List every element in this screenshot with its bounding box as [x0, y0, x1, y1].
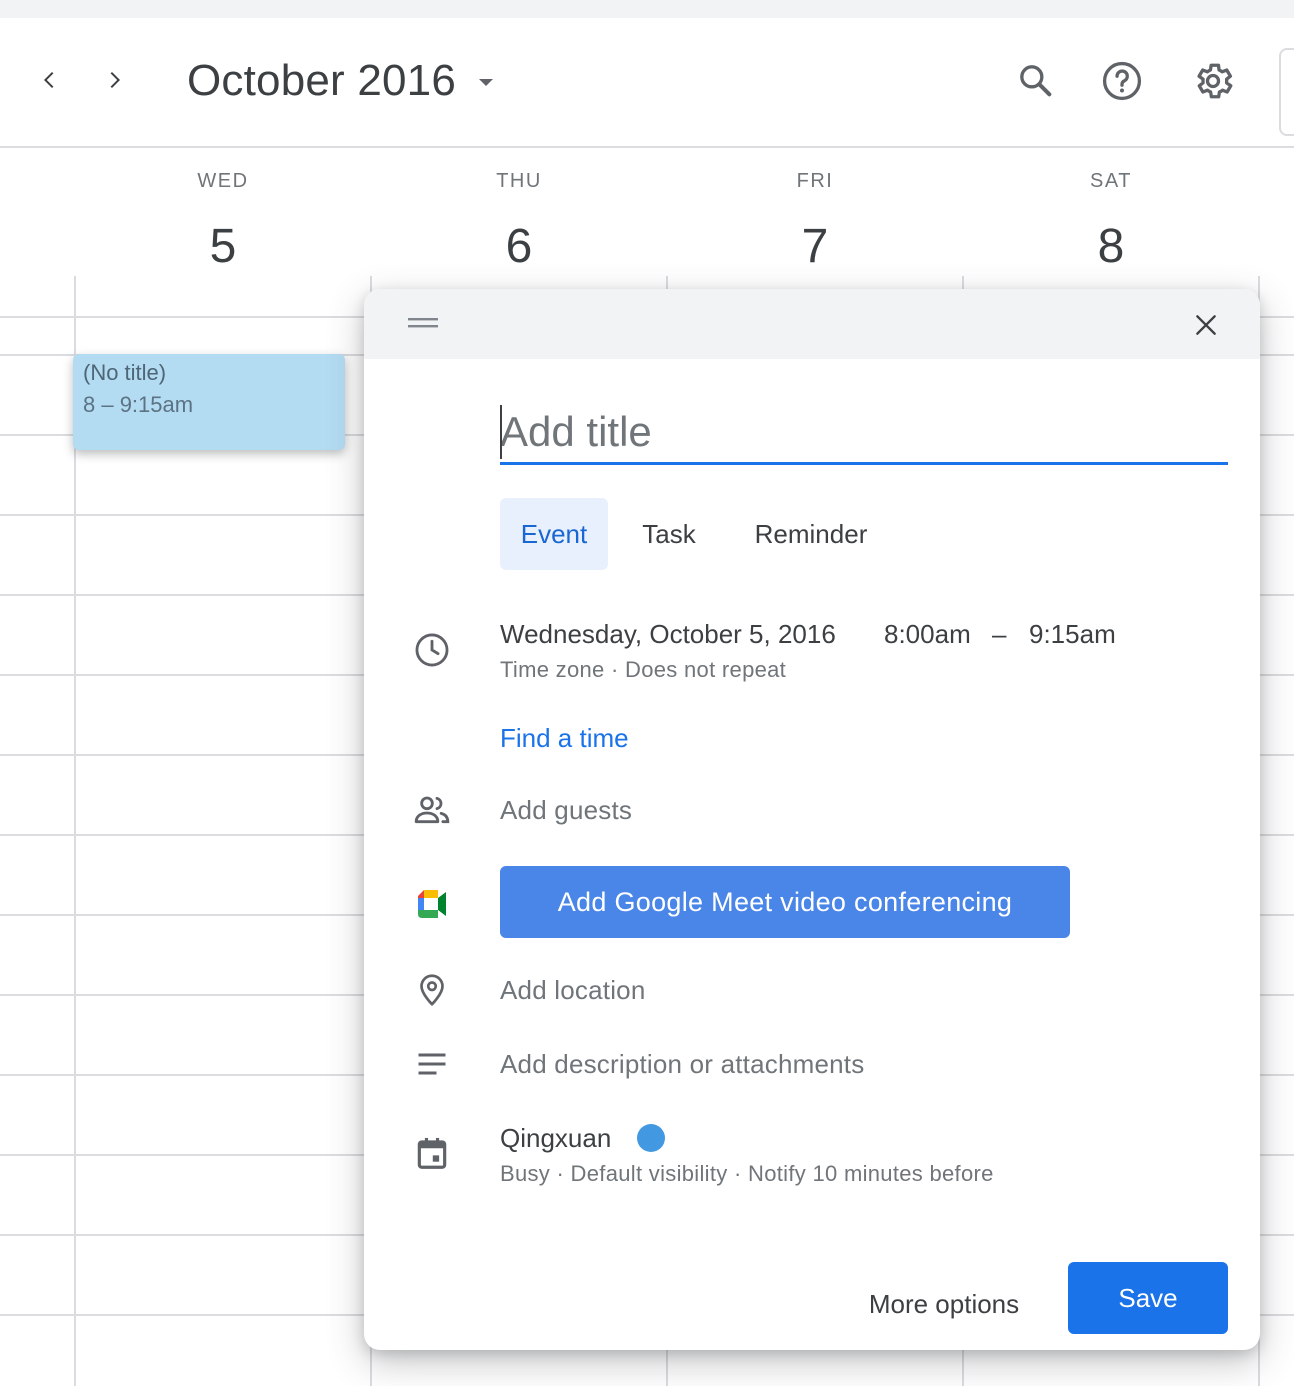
calendar-color-dot[interactable]	[637, 1124, 665, 1152]
tab-reminder[interactable]: Reminder	[732, 498, 890, 570]
day-number[interactable]: 8	[963, 219, 1259, 274]
dialog-title-bar[interactable]	[364, 289, 1260, 359]
window-top-strip	[0, 0, 1294, 18]
caret-down-icon	[479, 79, 493, 86]
text-cursor	[500, 405, 502, 459]
time-separator: –	[992, 619, 1007, 649]
month-title[interactable]: October 2016	[187, 56, 456, 106]
settings-button[interactable]	[1190, 58, 1236, 104]
more-options-button[interactable]: More options	[844, 1279, 1044, 1329]
event-chip-time: 8 – 9:15am	[83, 392, 194, 417]
calendar-availability-settings[interactable]: Busy · Default visibility · Notify 10 mi…	[500, 1161, 994, 1187]
prev-period-button[interactable]	[30, 60, 70, 100]
day-header-fri[interactable]: FRI 7	[667, 170, 963, 274]
day-number[interactable]: 5	[75, 219, 371, 274]
event-chip-title: (No title)	[83, 360, 167, 385]
location-pin-icon	[408, 966, 456, 1014]
tab-task[interactable]: Task	[622, 498, 716, 570]
drag-handle-icon[interactable]	[408, 316, 438, 330]
search-button[interactable]	[1013, 58, 1059, 104]
event-date[interactable]: Wednesday, October 5, 2016	[500, 619, 836, 650]
day-number[interactable]: 6	[371, 219, 667, 274]
day-header-sat[interactable]: SAT 8	[963, 170, 1259, 274]
close-icon	[1196, 315, 1216, 335]
day-name: SAT	[1090, 170, 1132, 192]
event-chip[interactable]: (No title) 8 – 9:15am	[73, 354, 345, 450]
title-input[interactable]	[500, 401, 1228, 465]
description-icon	[408, 1040, 456, 1088]
close-button[interactable]	[1186, 305, 1226, 345]
save-button[interactable]: Save	[1068, 1262, 1228, 1334]
calendar-icon	[408, 1129, 456, 1177]
tab-event[interactable]: Event	[500, 498, 608, 570]
help-icon	[1102, 61, 1142, 101]
event-create-dialog: Event Task Reminder Wednesday, October 5…	[364, 289, 1260, 1350]
calendar-owner-name[interactable]: Qingxuan	[500, 1123, 611, 1154]
clock-icon	[408, 626, 456, 674]
next-period-button[interactable]	[94, 60, 134, 100]
day-number[interactable]: 7	[667, 219, 963, 274]
timezone-repeat[interactable]: Time zone · Does not repeat	[500, 657, 786, 683]
event-end-time[interactable]: 9:15am	[1029, 619, 1116, 650]
day-header-thu[interactable]: THU 6	[371, 170, 667, 274]
calendar-header: October 2016	[0, 18, 1294, 148]
help-button[interactable]	[1099, 58, 1145, 104]
search-icon	[1020, 65, 1052, 97]
day-name: THU	[496, 170, 542, 192]
add-google-meet-button[interactable]: Add Google Meet video conferencing	[500, 866, 1070, 938]
add-description-field[interactable]: Add description or attachments	[500, 1049, 864, 1080]
google-meet-icon	[408, 880, 456, 928]
add-location-field[interactable]: Add location	[500, 975, 646, 1006]
day-header-wed[interactable]: WED 5	[75, 170, 371, 274]
day-name: FRI	[796, 170, 834, 192]
add-guests-field[interactable]: Add guests	[500, 795, 632, 826]
people-icon	[408, 786, 456, 834]
chevron-right-icon	[110, 72, 120, 88]
day-name: WED	[197, 170, 249, 192]
gear-icon	[1197, 63, 1233, 99]
month-dropdown-button[interactable]	[474, 70, 498, 94]
view-switcher-edge[interactable]	[1279, 48, 1294, 136]
find-a-time-link[interactable]: Find a time	[500, 723, 629, 754]
event-start-time[interactable]: 8:00am	[884, 619, 971, 650]
chevron-left-icon	[44, 72, 54, 88]
